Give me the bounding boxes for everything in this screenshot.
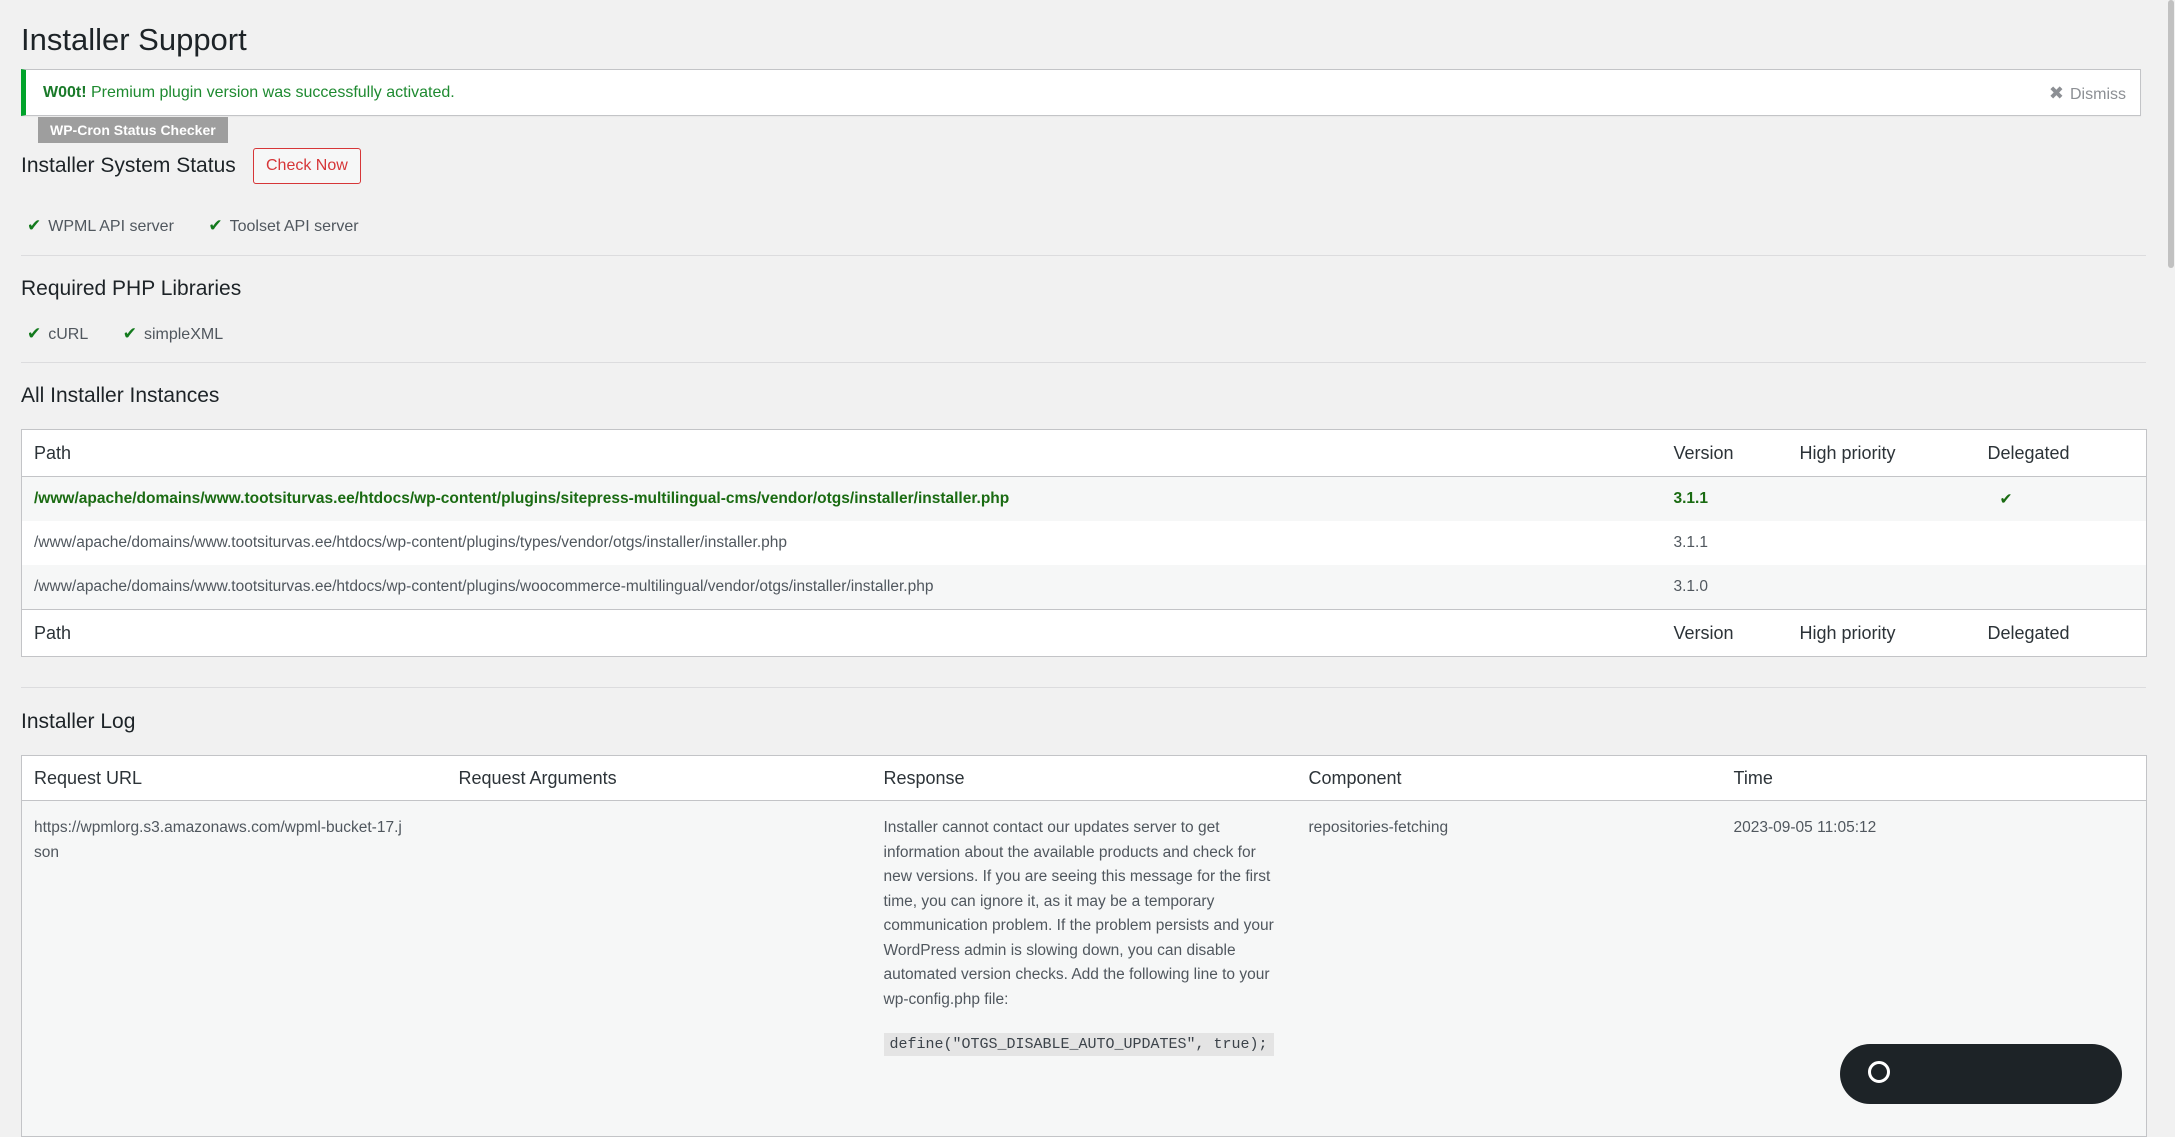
log-response: Installer cannot contact our updates ser… bbox=[871, 800, 1297, 1137]
installer-log-title: Installer Log bbox=[21, 710, 136, 733]
notice-message: Premium plugin version was successfully … bbox=[86, 84, 455, 101]
instance-version: 3.1.1 bbox=[1661, 476, 1788, 521]
instance-delegated-check-icon: ✔ bbox=[1975, 476, 2147, 521]
scrollbar-thumb[interactable] bbox=[2168, 0, 2174, 268]
table-footer-row: Path Version High priority Delegated bbox=[21, 609, 2147, 657]
column-header-time: Time bbox=[1721, 755, 2147, 801]
column-header-high-priority: High priority bbox=[1787, 429, 1976, 477]
table-header-row: Request URL Request Arguments Response C… bbox=[21, 755, 2147, 801]
log-request-url: https://wpmlorg.s3.amazonaws.com/wpml-bu… bbox=[21, 800, 447, 1137]
notice-strong: W00t! bbox=[43, 84, 87, 101]
column-header-component: Component bbox=[1296, 755, 1722, 801]
close-icon: ✖ bbox=[2048, 83, 2064, 103]
library-status-curl: ✔ cURL bbox=[27, 324, 88, 344]
check-icon: ✔ bbox=[122, 324, 137, 343]
request-url-text: https://wpmlorg.s3.amazonaws.com/wpml-bu… bbox=[34, 819, 402, 861]
column-header-request-arguments: Request Arguments bbox=[446, 755, 872, 801]
check-now-button[interactable]: Check Now bbox=[253, 148, 361, 184]
php-library-list: ✔ cURL ✔ simpleXML bbox=[27, 324, 253, 344]
table-row: /www/apache/domains/www.tootsiturvas.ee/… bbox=[22, 521, 2147, 565]
installer-log-table: Request URL Request Arguments Response C… bbox=[21, 755, 2147, 1137]
table-header-row: Path Version High priority Delegated bbox=[21, 429, 2147, 477]
instance-path: /www/apache/domains/www.tootsiturvas.ee/… bbox=[21, 476, 1662, 521]
instance-version: 3.1.0 bbox=[1661, 565, 1788, 610]
table-row: /www/apache/domains/www.tootsiturvas.ee/… bbox=[21, 565, 2147, 610]
notice-text: W00t! Premium plugin version was success… bbox=[43, 84, 455, 102]
response-text: Installer cannot contact our updates ser… bbox=[883, 819, 1274, 1008]
instance-delegated bbox=[1975, 565, 2147, 610]
column-header-version: Version bbox=[1661, 429, 1788, 477]
installer-instances-table: Path Version High priority Delegated /ww… bbox=[21, 429, 2147, 657]
system-status-title: Installer System Status bbox=[21, 154, 236, 177]
chat-icon bbox=[1868, 1061, 1890, 1083]
instance-high-priority bbox=[1787, 476, 1976, 521]
check-icon: ✔ bbox=[27, 324, 42, 343]
log-component: repositories-fetching bbox=[1296, 800, 1722, 1137]
column-header-delegated: Delegated bbox=[1975, 429, 2147, 477]
scrollbar[interactable] bbox=[2166, 0, 2175, 1068]
instances-title: All Installer Instances bbox=[21, 384, 220, 407]
column-footer-version: Version bbox=[1661, 609, 1788, 657]
instance-path: /www/apache/domains/www.tootsiturvas.ee/… bbox=[21, 565, 1662, 610]
server-label: Toolset API server bbox=[229, 218, 359, 235]
library-label: simpleXML bbox=[143, 326, 224, 343]
dismiss-label: Dismiss bbox=[2070, 86, 2126, 103]
column-footer-delegated: Delegated bbox=[1975, 609, 2147, 657]
php-libraries-title: Required PHP Libraries bbox=[21, 277, 242, 300]
table-row: /www/apache/domains/www.tootsiturvas.ee/… bbox=[21, 476, 2147, 521]
server-status-list: ✔ WPML API server ✔ Toolset API server bbox=[27, 216, 389, 236]
column-footer-high-priority: High priority bbox=[1787, 609, 1976, 657]
instance-version: 3.1.1 bbox=[1673, 534, 1708, 551]
response-code: define("OTGS_DISABLE_AUTO_UPDATES", true… bbox=[883, 1033, 1274, 1056]
column-header-response: Response bbox=[871, 755, 1297, 801]
column-footer-path: Path bbox=[21, 609, 1662, 657]
library-status-simplexml: ✔ simpleXML bbox=[123, 324, 223, 344]
server-status-toolset: ✔ Toolset API server bbox=[208, 216, 358, 236]
instance-high-priority bbox=[1788, 521, 1976, 565]
section-divider bbox=[21, 687, 2146, 688]
page-title: Installer Support bbox=[21, 22, 247, 57]
chat-widget-button[interactable] bbox=[1840, 1044, 2122, 1104]
instance-path: /www/apache/domains/www.tootsiturvas.ee/… bbox=[34, 534, 788, 551]
log-request-arguments bbox=[446, 800, 872, 1137]
check-icon: ✔ bbox=[27, 216, 42, 235]
section-divider bbox=[21, 362, 2146, 363]
dismiss-button[interactable]: ✖ Dismiss bbox=[2049, 83, 2126, 104]
server-status-wpml: ✔ WPML API server bbox=[27, 216, 174, 236]
table-row: https://wpmlorg.s3.amazonaws.com/wpml-bu… bbox=[21, 800, 2147, 1137]
check-icon: ✔ bbox=[208, 216, 223, 235]
instance-high-priority bbox=[1787, 565, 1976, 610]
wp-cron-status-badge: WP-Cron Status Checker bbox=[38, 117, 228, 143]
instance-delegated bbox=[1976, 521, 2147, 565]
server-label: WPML API server bbox=[48, 218, 174, 235]
column-header-request-url: Request URL bbox=[21, 755, 447, 801]
section-divider bbox=[21, 255, 2146, 256]
success-notice: W00t! Premium plugin version was success… bbox=[21, 69, 2141, 116]
column-header-path: Path bbox=[21, 429, 1662, 477]
library-label: cURL bbox=[48, 326, 89, 343]
